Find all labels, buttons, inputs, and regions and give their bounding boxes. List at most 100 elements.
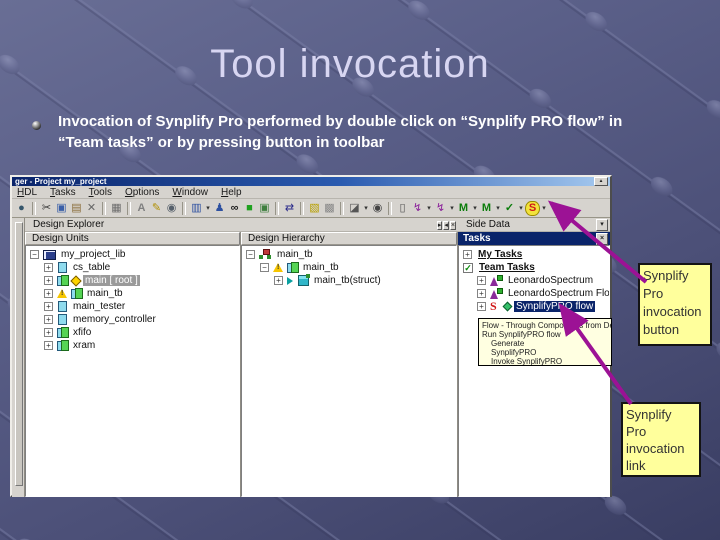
dropdown-arrow[interactable]: ▾ [425, 201, 433, 216]
expander-collapsed-icon[interactable]: + [44, 276, 53, 285]
tree-row[interactable]: + LeonardoSpectrum [459, 274, 609, 287]
copy-icon[interactable]: ▣ [54, 201, 69, 216]
dropdown-arrow[interactable]: ▾ [448, 201, 456, 216]
tree-label[interactable]: My Tasks [476, 249, 524, 260]
checkbox-checked-icon[interactable]: ✓ [463, 262, 473, 273]
tree-row[interactable]: + memory_controller [26, 313, 239, 326]
team-members-icon[interactable]: ♟ [212, 201, 227, 216]
tasks-close-button[interactable]: × [596, 232, 608, 245]
tree-row[interactable]: − my_project_lib [26, 248, 239, 261]
zoom-doc-icon[interactable]: ◉ [370, 201, 385, 216]
synplify-s-icon [490, 299, 500, 314]
expander-collapsed-icon[interactable]: + [477, 289, 486, 298]
tree-label[interactable]: SynplifyPRO flow [514, 301, 596, 312]
tree-row[interactable]: − main_tb [242, 248, 456, 261]
tree-label[interactable]: main_tb(struct) [312, 275, 383, 286]
globe-icon[interactable]: ● [14, 201, 29, 216]
menu-tasks[interactable]: Tasks [50, 187, 76, 198]
modelsim-flow-launch-icon[interactable]: M [479, 201, 494, 216]
check-design-icon[interactable]: A [134, 201, 149, 216]
tree-label[interactable]: my_project_lib [59, 249, 127, 260]
expander-collapsed-icon[interactable]: + [44, 302, 53, 311]
refresh-icon[interactable]: ⇄ [282, 201, 297, 216]
dropdown-arrow[interactable]: ▾ [540, 201, 548, 216]
component-icon[interactable]: ■ [242, 201, 257, 216]
dropdown-arrow[interactable]: ▾ [362, 201, 370, 216]
side-data-dropdown-button[interactable]: ▾ [596, 218, 608, 231]
tree-row[interactable]: + My Tasks [459, 248, 609, 261]
expander-collapsed-icon[interactable]: + [463, 250, 472, 259]
delete-icon[interactable]: ✕ [84, 201, 99, 216]
tree-label[interactable]: main_tb [275, 249, 315, 260]
expander-expanded-icon[interactable]: − [30, 250, 39, 259]
menu-window[interactable]: Window [172, 187, 208, 198]
expander-expanded-icon[interactable]: − [260, 263, 269, 272]
tree-label[interactable]: cs_table [71, 262, 112, 273]
dropdown-arrow[interactable]: ▾ [204, 201, 212, 216]
expander-collapsed-icon[interactable]: + [274, 276, 283, 285]
dropdown-arrow[interactable]: ▾ [517, 201, 525, 216]
tree-row[interactable]: + main [ root ] [26, 274, 239, 287]
expander-collapsed-icon[interactable]: + [477, 302, 486, 311]
tree-row[interactable]: + main_tester [26, 300, 239, 313]
menu-hdl[interactable]: HDL [17, 187, 37, 198]
collapsed-side-panel[interactable] [12, 218, 25, 497]
task-check-icon[interactable]: ✓ [502, 201, 517, 216]
generate-icon[interactable]: ◪ [347, 201, 362, 216]
design-units-pane: Design Units − my_project_lib + cs_table + ma… [25, 232, 241, 497]
expander-expanded-icon[interactable]: − [246, 250, 255, 259]
dropdown-arrow[interactable]: ▾ [471, 201, 479, 216]
scroll-up-button[interactable]: ▴ [594, 177, 608, 186]
cut-icon[interactable]: ✂ [39, 201, 54, 216]
edit-icon[interactable]: ✎ [149, 201, 164, 216]
tree-row[interactable]: − main_tb [242, 261, 456, 274]
copy-files-icon[interactable]: ▩ [322, 201, 337, 216]
leonardo-flow-launch-icon[interactable]: ↯ [433, 201, 448, 216]
modelsim-launch-icon[interactable]: M [456, 201, 471, 216]
tree-row[interactable]: ✓ Team Tasks [459, 261, 609, 274]
tree-label[interactable]: Team Tasks [477, 262, 537, 273]
tree-label[interactable]: main [ root ] [83, 275, 140, 286]
menu-help[interactable]: Help [221, 187, 242, 198]
dropdown-arrow[interactable]: ▾ [563, 201, 571, 216]
tree-label[interactable]: memory_controller [71, 314, 158, 325]
tree-row[interactable]: + main_tb [26, 287, 239, 300]
pane-button-2[interactable]: × [449, 221, 456, 230]
synplify-launch-icon[interactable]: S [525, 200, 540, 216]
expander-collapsed-icon[interactable]: + [44, 315, 53, 324]
viewpoint-icon[interactable]: ▥ [189, 201, 204, 216]
properties-icon[interactable]: ▦ [109, 201, 124, 216]
menu-tools[interactable]: Tools [89, 187, 112, 198]
preview-icon[interactable]: ◉ [164, 201, 179, 216]
tree-label[interactable]: main_tb [301, 262, 341, 273]
spy-icon[interactable]: ▯ [395, 201, 410, 216]
expander-collapsed-icon[interactable]: + [44, 289, 53, 298]
tree-row[interactable]: + xram [26, 339, 239, 352]
tree-label[interactable]: main_tb [85, 288, 125, 299]
task-check2-icon[interactable]: ✓ [548, 201, 563, 216]
tree-row[interactable]: + LeonardoSpectrum Flow [459, 287, 609, 300]
open-doc-icon[interactable]: ▣ [257, 201, 272, 216]
leonardo-launch-icon[interactable]: ↯ [410, 201, 425, 216]
tree-label[interactable]: main_tester [71, 301, 127, 312]
tree-label[interactable]: LeonardoSpectrum Flow [506, 288, 609, 299]
dropdown-arrow[interactable]: ▾ [494, 201, 502, 216]
expander-collapsed-icon[interactable]: + [44, 328, 53, 337]
expander-collapsed-icon[interactable]: + [44, 263, 53, 272]
tree-row[interactable]: + main_tb(struct) [242, 274, 456, 287]
menu-options[interactable]: Options [125, 187, 159, 198]
tree-label[interactable]: xram [71, 340, 97, 351]
tree-row[interactable]: + xfifo [26, 326, 239, 339]
pane-button-0[interactable]: ▸ [436, 221, 443, 230]
tree-row[interactable]: + cs_table [26, 261, 239, 274]
tree-row[interactable]: + SynplifyPRO flow [459, 299, 609, 314]
find-icon[interactable]: ∞ [227, 201, 242, 216]
window-titlebar[interactable]: ger - Project my_project ▴ [12, 177, 610, 186]
pane-button-1[interactable]: ◂ [443, 221, 449, 230]
expander-collapsed-icon[interactable]: + [44, 341, 53, 350]
tree-label[interactable]: LeonardoSpectrum [506, 275, 595, 286]
new-library-icon[interactable]: ▧ [307, 201, 322, 216]
paste-icon[interactable]: ▤ [69, 201, 84, 216]
tree-label[interactable]: xfifo [71, 327, 93, 338]
expander-collapsed-icon[interactable]: + [477, 276, 486, 285]
